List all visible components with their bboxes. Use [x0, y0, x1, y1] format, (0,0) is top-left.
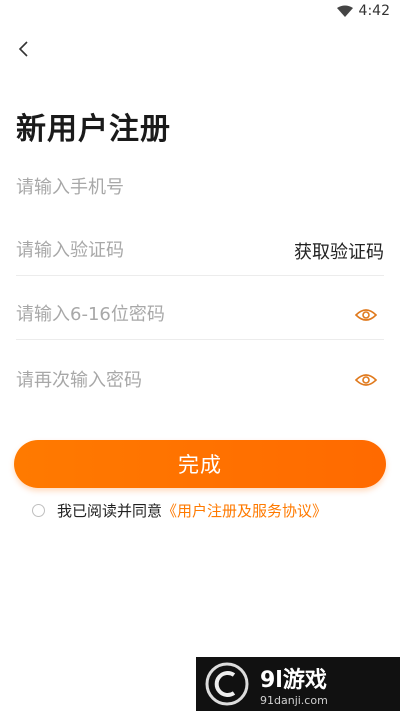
phone-input[interactable]: [16, 162, 384, 212]
wifi-icon: [336, 5, 353, 17]
submit-label: 完成: [178, 453, 222, 477]
watermark-title: 9l游戏: [260, 667, 327, 693]
password-input[interactable]: [16, 290, 354, 339]
back-button[interactable]: [10, 36, 36, 62]
code-input[interactable]: [16, 226, 294, 275]
watermark-logo-icon: [205, 662, 249, 706]
confirm-password-field: [16, 355, 384, 405]
status-bar: 4:42: [0, 0, 400, 24]
agreement-checkbox[interactable]: [32, 503, 45, 517]
password-field: [16, 290, 384, 340]
confirm-password-input[interactable]: [16, 355, 354, 405]
phone-field: [16, 162, 384, 212]
eye-icon[interactable]: [354, 371, 378, 389]
agreement-link[interactable]: 《用户注册及服务协议》: [162, 500, 327, 521]
page-title: 新用户注册: [16, 112, 171, 147]
agreement-text: 我已阅读并同意: [57, 501, 163, 520]
status-icons: 4:42: [336, 3, 390, 19]
agreement-row: 我已阅读并同意 《用户注册及服务协议》: [32, 500, 327, 520]
code-field: 获取验证码: [16, 226, 384, 276]
watermark-brand: 9l游戏 91danji.com: [260, 662, 328, 707]
get-code-button[interactable]: 获取验证码: [294, 238, 384, 264]
chevron-left-icon: [18, 41, 28, 57]
eye-icon[interactable]: [354, 306, 378, 324]
watermark: 9l游戏 91danji.com: [196, 657, 400, 711]
status-time: 4:42: [358, 3, 390, 19]
submit-button[interactable]: 完成: [14, 440, 386, 488]
watermark-url: 91danji.com: [260, 693, 328, 707]
